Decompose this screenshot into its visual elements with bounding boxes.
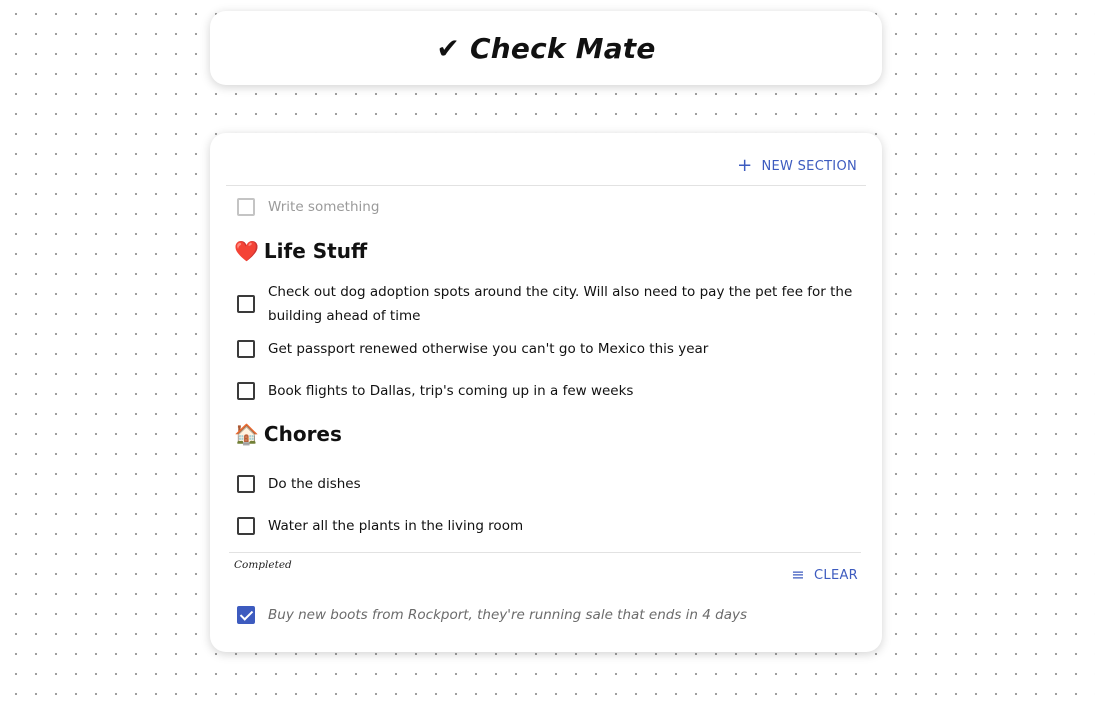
title-card: ✔ Check Mate [210,11,882,85]
clear-button[interactable]: ≡ CLEAR [791,567,858,583]
toolbar: + NEW SECTION [226,133,866,186]
section-heading-life-stuff: ❤️ Life Stuff [234,239,367,263]
new-section-button[interactable]: + NEW SECTION [737,157,857,175]
item-checkbox[interactable] [237,475,255,493]
completed-label: Completed [234,559,292,571]
section-title: Chores [263,422,342,446]
plus-icon: + [737,155,753,176]
section-heading-chores: 🏠 Chores [234,422,342,446]
list-item-text: Water all the plants in the living room [268,518,524,534]
list-item-text: Check out dog adoption spots around the … [268,284,853,324]
app-title: ✔ Check Mate [436,31,656,65]
completed-divider [229,552,861,553]
clear-label: CLEAR [814,567,858,583]
completed-item-checkbox[interactable] [237,606,255,624]
item-checkbox[interactable] [237,517,255,535]
heart-icon: ❤️ [234,239,259,263]
item-checkbox[interactable] [237,295,255,313]
item-checkbox[interactable] [237,340,255,358]
clear-all-icon: ≡ [791,565,806,584]
list-item-text: Get passport renewed otherwise you can't… [268,341,709,357]
new-item-input[interactable] [268,195,828,219]
completed-item-text: Buy new boots from Rockport, they're run… [268,607,747,623]
checkmark-icon [239,607,254,621]
new-section-label: NEW SECTION [761,158,857,174]
item-checkbox[interactable] [237,382,255,400]
house-icon: 🏠 [234,422,259,446]
section-title: Life Stuff [263,239,368,263]
list-item-text: Do the dishes [268,476,361,492]
new-item-checkbox [237,198,255,216]
checklist-card: + NEW SECTION ❤️ Life Stuff Check out do… [210,133,882,652]
list-item-text: Book flights to Dallas, trip's coming up… [268,383,634,399]
